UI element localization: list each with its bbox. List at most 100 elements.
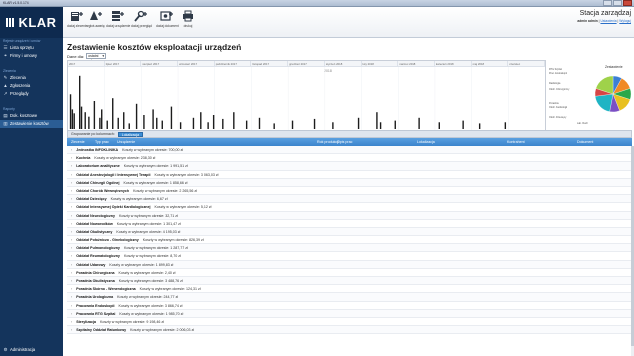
cost-pie-chart[interactable]: Zestawienie RTG Szpital Prac. Endoskopii Ra… [547,60,632,135]
expand-icon[interactable]: › [71,293,72,300]
timeline-bar[interactable] [71,109,74,129]
group-row[interactable]: › Poradnia Chirurgiczna Koszty w wybranym … [67,269,632,277]
group-row[interactable]: › Oddział Chorób Wewnętrznych Koszty w wyb… [67,187,632,196]
timeline-bar[interactable] [123,112,125,129]
logout-link[interactable]: Wyloguj [619,19,631,23]
group-row[interactable]: › Oddział Anestezjologii i Intensywnej Te… [67,171,632,179]
timeline-bar[interactable] [233,112,235,129]
toolbar-button-1[interactable]: zgłoś awarię [87,9,105,36]
expand-icon[interactable]: › [71,302,72,309]
timeline-bar[interactable] [152,109,154,129]
expand-icon[interactable]: › [71,220,72,227]
group-row[interactable]: › Oddział Dziecięcy Koszty w wybranym okre… [67,195,632,204]
timeline-bar[interactable] [313,118,316,129]
group-row[interactable]: › Poradnia Urologiczna Koszty w wybranym o… [67,293,632,302]
timeline-bar[interactable] [156,117,158,129]
timeline-bar[interactable] [379,122,382,129]
minimize-button[interactable] [603,0,612,6]
toolbar-button-0[interactable]: dodaj zlecenie [67,9,87,36]
group-row[interactable]: › Sterylizacja Koszty w wybranym okresie: 9… [67,318,632,327]
group-row[interactable]: › Szpitalny Oddział Ratunkowy Koszty w wyb… [67,326,632,335]
group-row[interactable]: › Oddział Intensywnej Opieki Kardiologicz… [67,203,632,212]
timeline-bar[interactable] [291,120,294,129]
timeline-bar[interactable] [135,103,138,129]
expand-icon[interactable]: › [71,203,72,210]
timeline-bar[interactable] [73,113,75,129]
timeline-bar[interactable] [117,117,119,129]
group-row[interactable]: › Oddział Udarowy Koszty w wybranym okresi… [67,260,632,269]
expand-icon[interactable]: › [71,154,72,161]
group-row[interactable]: › Pracownia Endoskopii Koszty w wybranym o… [67,302,632,310]
timeline-bar[interactable] [88,116,90,129]
toolbar-button-2[interactable]: dodaj urządzenie [106,9,130,36]
sidebar-item-tasks[interactable]: ✎ Zlecenia [0,74,63,82]
group-row[interactable]: › Oddział Położniczo - Ginekologiczny Kosz… [67,236,632,245]
timeline-bar[interactable] [273,123,275,129]
sidebar-item-chart[interactable]: ▥ Zestawienie kosztów [0,120,63,128]
column-header[interactable]: Rok produkcji [317,140,339,144]
timeline-bar[interactable] [99,117,101,129]
expand-icon[interactable]: › [71,179,72,186]
expand-icon[interactable]: › [71,236,72,243]
expand-icon[interactable]: › [71,187,72,194]
expand-icon[interactable]: › [71,252,72,259]
expand-icon[interactable]: › [71,195,72,202]
sidebar-item-handshake[interactable]: ⚭ Firmy i umowy [0,52,63,60]
group-row[interactable]: › Oddział Reumatologiczny Koszty w wybrany… [67,252,632,261]
timeline-bar[interactable] [80,106,83,129]
column-header[interactable]: Kontrahent [507,140,525,144]
expand-icon[interactable]: › [71,285,72,292]
timeline-bar[interactable] [161,120,163,129]
expand-icon[interactable]: › [71,277,72,284]
expand-icon[interactable]: › [71,318,72,325]
timeline-bar[interactable] [128,123,130,129]
timeline-bar[interactable] [258,117,261,129]
timeline-bar[interactable] [376,112,378,129]
timeline-bar[interactable] [357,117,360,129]
sidebar-item-document[interactable]: ▤ Dok. kosztowe [0,112,63,120]
group-row[interactable]: › Pracownia RTG Szpital Koszty w wybranym … [67,309,632,318]
column-header[interactable]: Urządzenie [117,140,135,144]
timeline-bar[interactable] [462,120,464,129]
column-header[interactable]: Typ prac [95,140,109,144]
sidebar-item-list[interactable]: ☰ Lista sprzętu [0,44,63,52]
expand-icon[interactable]: › [71,228,72,235]
settings-link[interactable]: Ustawienia [600,19,616,23]
timeline-bar[interactable] [106,120,108,129]
timeline-bar[interactable] [170,106,173,129]
timeline-bar[interactable] [332,122,334,129]
maximize-button[interactable] [613,0,622,6]
timeline-bar[interactable] [112,98,114,129]
timeline-bar[interactable] [93,101,96,129]
expand-icon[interactable]: › [71,326,72,333]
sidebar-item-administration[interactable]: ⚙ Administracja [0,346,63,354]
cost-timeline-chart[interactable]: 2017 lipiec 2017 sierpień 2017 wrzesień 201… [67,60,546,132]
timeline-bar[interactable] [207,122,209,129]
timeline-bar[interactable] [84,112,86,129]
expand-icon[interactable]: › [71,146,72,153]
period-select[interactable]: ostatni rok ▾ [86,53,107,63]
sidebar-item-warning[interactable]: ▲ Zgłoszenia [0,82,63,90]
timeline-bar[interactable] [418,117,420,129]
timeline-bar[interactable] [478,123,481,129]
group-row[interactable]: › Oddział Okulistyczny Koszty w wybranym o… [67,227,632,237]
timeline-bar[interactable] [438,122,440,129]
group-row[interactable]: › Kuchnia Koszty w wybranym okresie: 238,30… [67,154,632,163]
expand-icon[interactable]: › [71,261,72,268]
timeline-bar[interactable] [69,94,72,129]
toolbar-button-3[interactable]: dodaj przegląd [131,9,152,36]
timeline-bar[interactable] [504,122,507,129]
group-row[interactable]: › Oddział Neurologiczny Koszty w wybranym … [67,211,632,220]
group-row[interactable]: › Jednostka INFOKLINIKA Koszty w wybranym … [67,146,632,155]
expand-icon[interactable]: › [71,171,72,178]
expand-icon[interactable]: › [71,244,72,251]
group-row[interactable]: › Poradnia Skórno - Wenerologiczna Koszty … [67,285,632,294]
group-row[interactable]: › Poradnia Okulistyczna Koszty w wybranym … [67,277,632,286]
group-row[interactable]: › Oddział Noworodków Koszty w wybranym okr… [67,220,632,228]
expand-icon[interactable]: › [71,162,72,169]
expand-icon[interactable]: › [71,212,72,219]
group-row[interactable]: › Oddział Chirurgii Ogólnej Koszty w wybra… [67,178,632,187]
timeline-bar[interactable] [212,115,215,129]
app-logo[interactable]: KLAR [0,7,63,38]
expand-icon[interactable]: › [71,310,72,317]
